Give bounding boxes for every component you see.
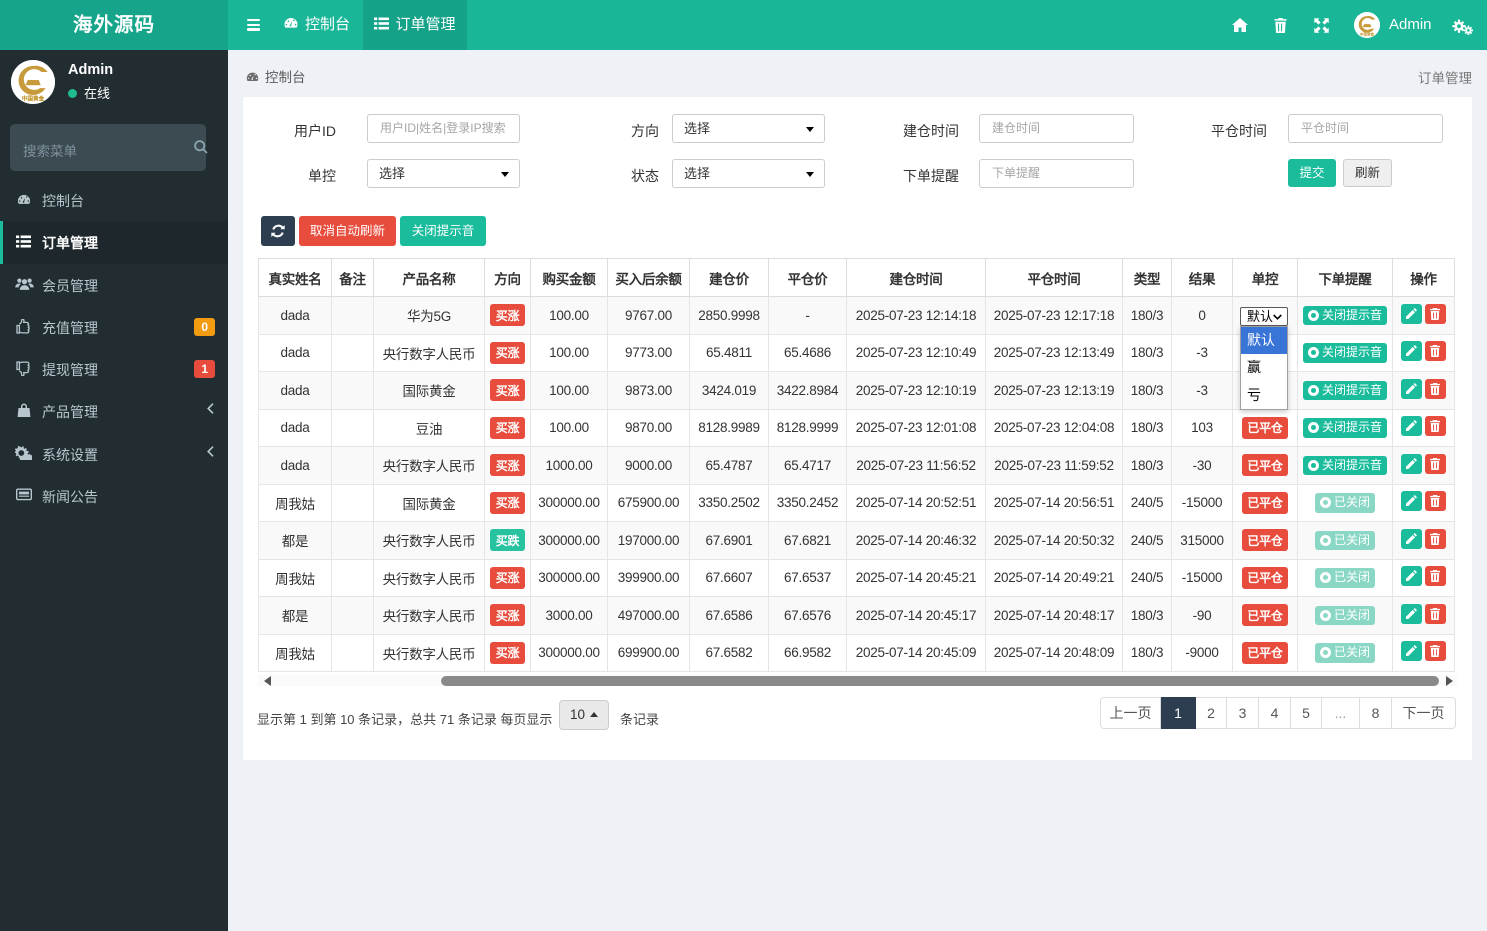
svg-text:中国黄金: 中国黄金 xyxy=(22,95,45,103)
svg-text:中国黄金: 中国黄金 xyxy=(1360,32,1375,37)
